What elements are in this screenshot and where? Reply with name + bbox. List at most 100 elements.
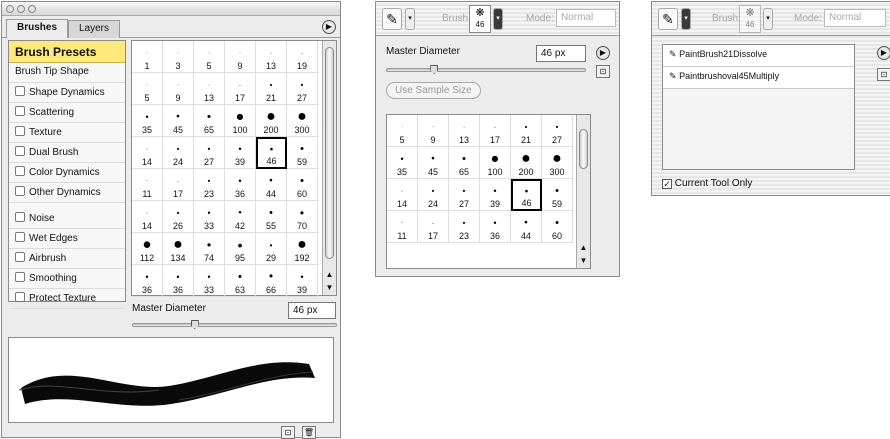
option-other-dynamics[interactable]: Other Dynamics <box>9 183 125 203</box>
brush-presets-item[interactable]: Brush Presets <box>9 41 125 63</box>
checkbox[interactable] <box>15 292 25 302</box>
scroll-down-arrow-icon[interactable]: ▼ <box>577 255 590 267</box>
brush-preset-cell[interactable]: · 14 <box>387 179 418 211</box>
checkbox[interactable] <box>15 126 25 136</box>
brush-preset-cell[interactable]: · 17 <box>480 115 511 147</box>
brush-preset-cell[interactable]: • 46 <box>511 179 542 211</box>
brush-preset-cell[interactable]: • 39 <box>287 265 318 297</box>
picker-menu-icon[interactable]: ▶ <box>596 46 610 60</box>
brush-preset-cell[interactable]: · 19 <box>287 41 318 73</box>
brush-preset-cell[interactable]: • 21 <box>256 73 287 105</box>
brush-preset-cell[interactable]: • 23 <box>194 169 225 201</box>
brush-preset-cell[interactable]: · 3 <box>163 41 194 73</box>
brush-preset-cell[interactable]: • 33 <box>194 265 225 297</box>
scroll-thumb[interactable] <box>325 47 334 259</box>
use-sample-size-button[interactable]: Use Sample Size <box>386 82 481 99</box>
new-preset-icon[interactable]: ⊡ <box>877 68 890 81</box>
brush-preset-cell[interactable]: ● 134 <box>163 233 194 265</box>
brush-preset-cell[interactable]: • 39 <box>225 137 256 169</box>
brush-preset-cell[interactable]: • 29 <box>256 233 287 265</box>
option-color-dynamics[interactable]: Color Dynamics <box>9 163 125 183</box>
brush-preset-cell[interactable]: • 55 <box>256 201 287 233</box>
brush-preset-cell[interactable]: • 44 <box>511 211 542 243</box>
master-diameter-field[interactable]: 46 px <box>288 302 336 319</box>
checkbox[interactable] <box>15 146 25 156</box>
checkbox[interactable] <box>15 272 25 282</box>
brush-preset-cell[interactable]: • 23 <box>449 211 480 243</box>
checkbox[interactable] <box>15 232 25 242</box>
brush-preset-cell[interactable]: • 74 <box>194 233 225 265</box>
option-brush-tip-shape[interactable]: Brush Tip Shape <box>9 63 125 83</box>
scroll-thumb[interactable] <box>579 129 588 169</box>
brush-preset-cell[interactable]: • 70 <box>287 201 318 233</box>
brush-preset-cell[interactable]: • 27 <box>542 115 573 147</box>
checkbox[interactable] <box>15 212 25 222</box>
brush-preset-cell[interactable]: • 27 <box>287 73 318 105</box>
brush-preset-cell[interactable]: • 45 <box>163 105 194 137</box>
master-diameter-slider[interactable] <box>386 65 586 74</box>
brush-preset-cell[interactable]: ● 300 <box>542 147 573 179</box>
brush-tool-icon[interactable]: ✎ <box>382 8 402 30</box>
brush-preset-cell[interactable]: · 13 <box>449 115 480 147</box>
brush-preset-cell[interactable]: · 1 <box>132 41 163 73</box>
close-icon[interactable] <box>6 5 14 13</box>
brush-picker[interactable]: ❋ 46 <box>739 5 761 33</box>
checkbox[interactable] <box>15 86 25 96</box>
tool-preset-dropdown-icon[interactable]: ▾ <box>681 8 691 30</box>
option-airbrush[interactable]: Airbrush <box>9 249 125 269</box>
tab-layers[interactable]: Layers <box>68 20 121 38</box>
brush-preset-cell[interactable]: • 24 <box>163 137 194 169</box>
brush-preset-cell[interactable]: • 35 <box>132 105 163 137</box>
brush-preset-cell[interactable]: • 36 <box>163 265 194 297</box>
brush-preset-cell[interactable]: • 44 <box>256 169 287 201</box>
current-tool-only-checkbox[interactable]: ✓ Current Tool Only <box>662 178 752 189</box>
scroll-up-arrow-icon[interactable]: ▲ <box>323 269 336 281</box>
brush-preset-cell[interactable]: • 60 <box>542 211 573 243</box>
master-diameter-slider[interactable] <box>132 320 337 329</box>
new-preset-icon[interactable]: ⊡ <box>281 426 295 439</box>
brush-preset-cell[interactable]: ● 192 <box>287 233 318 265</box>
brush-preset-cell[interactable]: · 13 <box>256 41 287 73</box>
brush-preset-cell[interactable]: · 11 <box>387 211 418 243</box>
option-scattering[interactable]: Scattering <box>9 103 125 123</box>
brush-preset-cell[interactable]: · 9 <box>163 73 194 105</box>
brush-preset-cell[interactable]: • 26 <box>163 201 194 233</box>
brush-preset-cell[interactable]: · 17 <box>163 169 194 201</box>
brush-preset-cell[interactable]: • 27 <box>194 137 225 169</box>
option-shape-dynamics[interactable]: Shape Dynamics <box>9 83 125 103</box>
list-item[interactable]: ✎ Paintbrushoval45Multiply <box>663 67 854 89</box>
tool-preset-dropdown-icon[interactable]: ▾ <box>405 8 415 30</box>
new-preset-icon[interactable]: ⊡ <box>596 65 610 78</box>
slider-knob[interactable] <box>190 320 199 329</box>
brush-preset-cell[interactable]: · 9 <box>418 115 449 147</box>
brush-picker-dropdown-icon[interactable]: ▾ <box>493 8 503 30</box>
brush-preset-cell[interactable]: • 45 <box>418 147 449 179</box>
option-dual-brush[interactable]: Dual Brush <box>9 143 125 163</box>
checkbox[interactable] <box>15 166 25 176</box>
brush-preset-cell[interactable]: · 13 <box>194 73 225 105</box>
option-protect-texture[interactable]: Protect Texture <box>9 289 125 309</box>
brush-preset-cell[interactable]: • 24 <box>418 179 449 211</box>
brush-preset-cell[interactable]: • 46 <box>256 137 287 169</box>
brush-preset-cell[interactable]: ● 300 <box>287 105 318 137</box>
brush-preset-cell[interactable]: · 14 <box>132 201 163 233</box>
checkbox[interactable] <box>15 186 25 196</box>
scroll-down-arrow-icon[interactable]: ▼ <box>323 282 336 294</box>
list-item[interactable]: ✎ PaintBrush21Dissolve <box>663 45 854 67</box>
brush-preset-cell[interactable]: · 14 <box>132 137 163 169</box>
checkmark-icon[interactable]: ✓ <box>662 179 672 189</box>
palette-menu-icon[interactable]: ▶ <box>877 46 890 60</box>
brush-preset-cell[interactable]: ● 200 <box>256 105 287 137</box>
brush-preset-cell[interactable]: • 60 <box>287 169 318 201</box>
brush-preset-cell[interactable]: ● 100 <box>480 147 511 179</box>
palette-menu-icon[interactable]: ▶ <box>322 20 336 34</box>
brush-preset-cell[interactable]: ● 112 <box>132 233 163 265</box>
grid-scrollbar[interactable]: ▲ ▼ <box>576 115 590 268</box>
trash-icon[interactable]: 🗑 <box>302 426 316 439</box>
brush-preset-cell[interactable]: • 59 <box>542 179 573 211</box>
brush-preset-cell[interactable]: • 27 <box>449 179 480 211</box>
option-noise[interactable]: Noise <box>9 209 125 229</box>
brush-preset-cell[interactable]: · 17 <box>418 211 449 243</box>
brush-preset-cell[interactable]: · 5 <box>387 115 418 147</box>
brush-preset-cell[interactable]: • 59 <box>287 137 318 169</box>
